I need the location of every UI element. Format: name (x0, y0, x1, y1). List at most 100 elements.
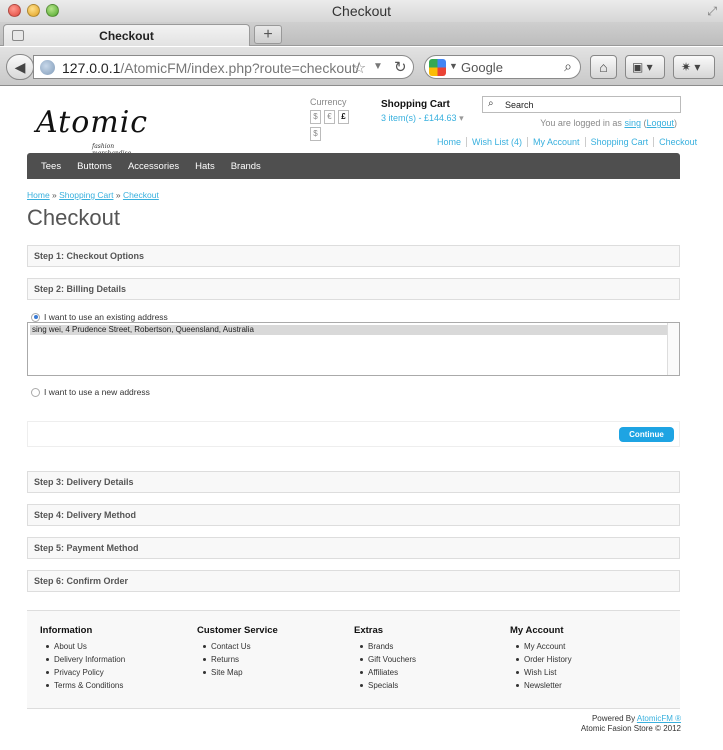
shopping-cart-widget[interactable]: Shopping Cart 3 item(s) - £144.63 ▾ (381, 99, 464, 124)
currency-usd-button[interactable]: $ (310, 110, 321, 124)
tab-checkout[interactable]: Checkout (3, 24, 250, 46)
bookmark-star-icon[interactable]: ☆ (352, 58, 366, 78)
footer-link[interactable]: My Account (516, 642, 572, 651)
close-window-button[interactable] (8, 4, 21, 17)
menu-item-buttoms[interactable]: Buttoms (69, 161, 120, 172)
logout-link[interactable]: Logout (646, 118, 674, 128)
cart-summary[interactable]: 3 item(s) - £144.63 ▾ (381, 113, 464, 124)
existing-address-option[interactable]: I want to use an existing address (31, 312, 168, 322)
cart-title: Shopping Cart (381, 99, 450, 110)
footer-link[interactable]: Specials (360, 681, 416, 690)
top-link-checkout[interactable]: Checkout (653, 137, 702, 147)
top-link-cart[interactable]: Shopping Cart (584, 137, 654, 147)
step-billing-details[interactable]: Step 2: Billing Details (27, 278, 680, 300)
breadcrumb-home[interactable]: Home (27, 190, 50, 200)
footer-link[interactable]: Contact Us (203, 642, 278, 651)
back-arrow-icon: ◀ (14, 59, 26, 75)
breadcrumb-cart[interactable]: Shopping Cart (59, 190, 113, 200)
footer-col-my-account: My Account My Account Order History Wish… (510, 625, 572, 694)
addon-button[interactable]: ✷ ▾ (673, 55, 715, 79)
site-logo[interactable]: Atomic fashion merchandise (36, 105, 149, 157)
powered-link[interactable]: AtomicFM ® (637, 714, 681, 723)
reload-icon[interactable]: ↻ (394, 58, 407, 76)
currency-eur-button[interactable]: € (324, 110, 335, 124)
continue-button[interactable]: Continue (619, 427, 674, 442)
menu-item-accessories[interactable]: Accessories (120, 161, 187, 172)
existing-address-radio[interactable] (31, 312, 40, 322)
footer-link[interactable]: Newsletter (516, 681, 572, 690)
minimize-window-button[interactable] (27, 4, 40, 17)
step-payment-method[interactable]: Step 5: Payment Method (27, 537, 680, 559)
home-icon: ⌂ (599, 59, 608, 75)
footer-heading: My Account (510, 625, 564, 636)
tab-bar: Checkout + (0, 22, 723, 46)
new-tab-button[interactable]: + (254, 25, 282, 44)
logo-text: Atomic (36, 105, 149, 140)
username-link[interactable]: sing (624, 118, 641, 128)
addon-icon: ✷ ▾ (681, 60, 701, 74)
bookmarks-icon: ▣ ▾ (632, 60, 653, 74)
breadcrumb-checkout[interactable]: Checkout (123, 190, 159, 200)
fullscreen-icon[interactable]: ⤢ (707, 4, 717, 19)
footer-link[interactable]: About Us (46, 642, 125, 651)
footer-link[interactable]: Delivery Information (46, 655, 125, 664)
back-button[interactable]: ◀ (6, 54, 34, 80)
footer-heading: Customer Service (197, 625, 278, 636)
address-bar[interactable]: 127.0.0.1/AtomicFM/index.php?route=check… (33, 55, 414, 79)
footer-link[interactable]: Order History (516, 655, 572, 664)
existing-address-label: I want to use an existing address (44, 312, 168, 322)
footer-link[interactable]: Privacy Policy (46, 668, 125, 677)
url-host: 127.0.0.1 (62, 60, 121, 76)
new-address-radio[interactable] (31, 387, 40, 397)
footer-heading: Extras (354, 625, 384, 636)
search-engine-placeholder: Google (461, 60, 503, 75)
top-link-home[interactable]: Home (432, 137, 466, 147)
step-confirm-order[interactable]: Step 6: Confirm Order (27, 570, 680, 592)
tab-close-icon[interactable] (12, 30, 24, 41)
footer-col-customer-service: Customer Service Contact Us Returns Site… (197, 625, 278, 681)
footer-link[interactable]: Brands (360, 642, 416, 651)
menu-item-tees[interactable]: Tees (33, 161, 69, 172)
navigation-toolbar: ◀ 127.0.0.1/AtomicFM/index.php?route=che… (0, 47, 723, 86)
currency-selector: Currency $ € £ $ (310, 97, 349, 141)
web-page: Atomic fashion merchandise Currency $ € … (0, 87, 723, 750)
footer-link[interactable]: Terms & Conditions (46, 681, 125, 690)
top-link-account[interactable]: My Account (527, 137, 585, 147)
url-text[interactable]: 127.0.0.1/AtomicFM/index.php?route=check… (62, 60, 360, 76)
currency-aud-button[interactable]: $ (310, 127, 321, 141)
step-delivery-method[interactable]: Step 4: Delivery Method (27, 504, 680, 526)
footer-link[interactable]: Gift Vouchers (360, 655, 416, 664)
history-dropdown-icon[interactable]: ▼ (373, 61, 383, 72)
new-address-option[interactable]: I want to use a new address (31, 387, 150, 397)
footer-link[interactable]: Affiliates (360, 668, 416, 677)
search-icon[interactable]: ⌕ (564, 58, 572, 75)
top-link-wishlist[interactable]: Wish List (4) (466, 137, 527, 147)
category-menu: Tees Buttoms Accessories Hats Brands (27, 153, 680, 179)
search-bar[interactable]: ▼ Google ⌕ (424, 55, 581, 79)
powered-prefix: Powered By (591, 714, 636, 723)
footer-link[interactable]: Site Map (203, 668, 278, 677)
step-delivery-details[interactable]: Step 3: Delivery Details (27, 471, 680, 493)
login-status-text: You are logged in as (540, 118, 622, 128)
tab-label: Checkout (99, 29, 154, 43)
footer-link[interactable]: Returns (203, 655, 278, 664)
footer-link[interactable]: Wish List (516, 668, 572, 677)
currency-gbp-button[interactable]: £ (338, 110, 349, 124)
footer-heading: Information (40, 625, 93, 636)
cart-summary-text: 3 item(s) - £144.63 (381, 113, 457, 123)
bookmarks-button[interactable]: ▣ ▾ (625, 55, 665, 79)
address-option-selected[interactable]: sing wei, 4 Prudence Street, Robertson, … (30, 325, 667, 335)
breadcrumb: Home » Shopping Cart » Checkout (27, 190, 159, 200)
site-search-input[interactable]: ⌕ Search (482, 96, 681, 113)
menu-item-hats[interactable]: Hats (187, 161, 223, 172)
chevron-down-icon[interactable]: ▼ (449, 61, 458, 71)
home-button[interactable]: ⌂ (590, 55, 617, 79)
page-title: Checkout (27, 205, 120, 230)
zoom-window-button[interactable] (46, 4, 59, 17)
google-icon[interactable] (429, 59, 446, 76)
address-scrollbar[interactable] (667, 323, 679, 375)
menu-item-brands[interactable]: Brands (223, 161, 269, 172)
search-icon[interactable]: ⌕ (488, 98, 494, 109)
step-checkout-options[interactable]: Step 1: Checkout Options (27, 245, 680, 267)
address-select[interactable]: sing wei, 4 Prudence Street, Robertson, … (27, 322, 680, 376)
